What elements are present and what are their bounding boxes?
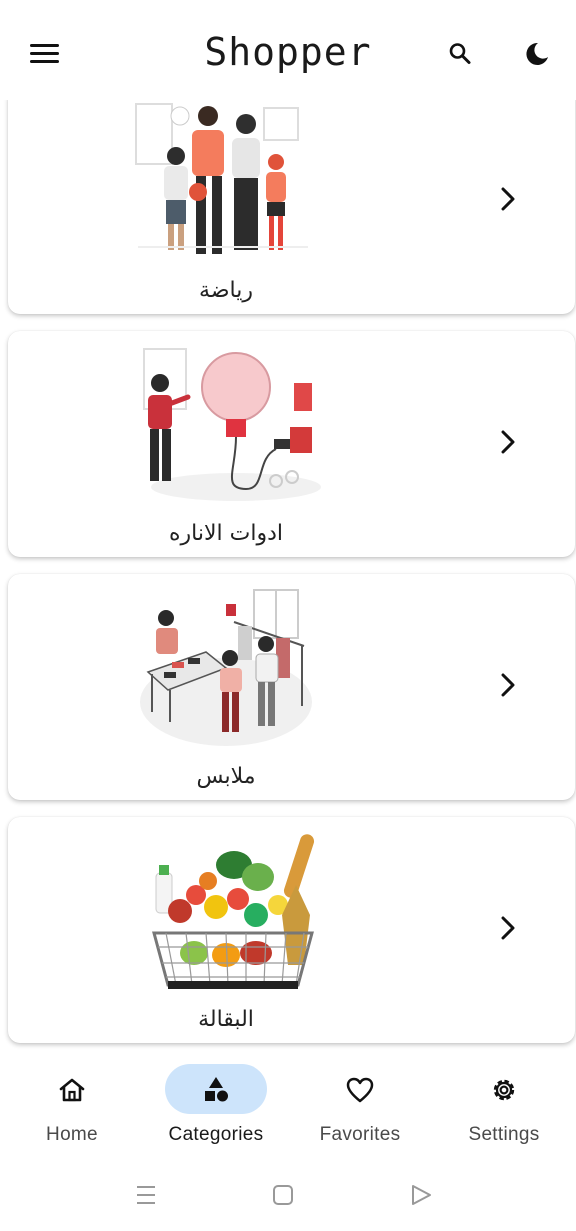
app-title: Shopper (204, 30, 372, 74)
theme-toggle-button[interactable] (521, 38, 553, 70)
category-list[interactable]: رياضة ادوات الاناره ملابس البقالة (0, 88, 576, 1050)
search-button[interactable] (444, 38, 476, 70)
bottom-navigation: Home Categories Favorites Settings (0, 1050, 576, 1162)
recent-apps-button[interactable] (133, 1182, 159, 1208)
nav-item-settings[interactable]: Settings (432, 1064, 576, 1154)
category-card-lighting[interactable]: ادوات الاناره (8, 331, 575, 557)
grocery-basket-photo (152, 834, 315, 989)
chevron-right-icon (501, 916, 515, 940)
category-card-clothes[interactable]: ملابس (8, 574, 575, 800)
system-navigation-bar (0, 1162, 576, 1231)
gear-icon (493, 1079, 515, 1101)
open-category-button[interactable] (492, 183, 524, 215)
nav-item-favorites[interactable]: Favorites (288, 1064, 432, 1154)
nav-label: Settings (468, 1124, 540, 1145)
chevron-right-icon (501, 430, 515, 454)
recent-apps-icon (137, 1186, 155, 1204)
open-category-button[interactable] (492, 669, 524, 701)
shapes-icon (205, 1077, 228, 1102)
nav-label: Home (46, 1124, 98, 1145)
category-card-grocery[interactable]: البقالة (8, 817, 575, 1043)
back-triangle-icon (412, 1185, 431, 1205)
category-label: ملابس (196, 764, 256, 789)
nav-label: Favorites (319, 1124, 401, 1145)
home-square-icon (273, 1185, 293, 1205)
nav-item-categories[interactable]: Categories (144, 1064, 288, 1154)
heart-icon (346, 1077, 374, 1103)
chevron-right-icon (501, 187, 515, 211)
family-sports-illustration (135, 103, 308, 254)
nav-item-home[interactable]: Home (0, 1064, 144, 1154)
light-bulb-illustration (143, 348, 321, 501)
category-label: البقالة (198, 1007, 254, 1032)
app-bar: Shopper (0, 0, 576, 100)
category-card-sports[interactable]: رياضة (8, 88, 575, 314)
clothing-store-illustration (140, 589, 312, 746)
chevron-right-icon (501, 673, 515, 697)
search-icon (449, 43, 471, 64)
category-label: ادوات الاناره (169, 521, 283, 546)
open-category-button[interactable] (492, 912, 524, 944)
category-label: رياضة (199, 278, 253, 303)
moon-icon (526, 42, 548, 65)
open-category-button[interactable] (492, 426, 524, 458)
nav-label: Categories (168, 1124, 264, 1145)
back-button[interactable] (408, 1182, 434, 1208)
home-system-button[interactable] (270, 1182, 296, 1208)
home-icon (59, 1078, 85, 1102)
